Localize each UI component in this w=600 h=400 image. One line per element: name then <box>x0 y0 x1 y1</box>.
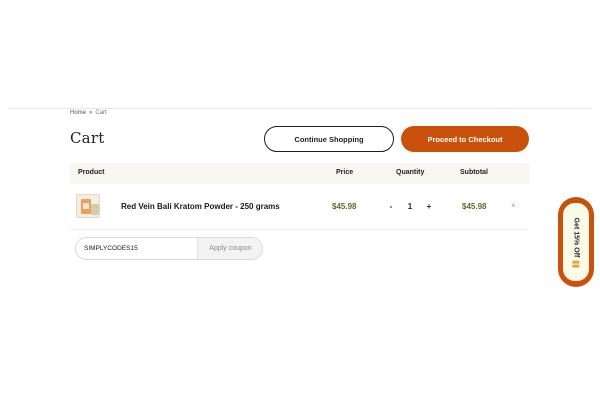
row-divider <box>70 229 529 230</box>
header-divider <box>8 108 592 109</box>
product-thumbnail[interactable] <box>76 194 100 218</box>
continue-shopping-button[interactable]: Continue Shopping <box>264 126 394 152</box>
quantity-decrease-button[interactable]: - <box>386 202 396 211</box>
product-powder-image <box>91 204 99 215</box>
column-header-subtotal: Subtotal <box>460 169 488 176</box>
remove-item-icon[interactable]: × <box>511 201 516 210</box>
quantity-stepper: - 1 + <box>386 199 434 213</box>
product-price: $45.98 <box>332 202 357 211</box>
promo-tab-label: Get 15% Off <box>572 217 580 257</box>
product-pouch-label-image <box>83 203 89 209</box>
promo-tab-content: Get 15% Off <box>572 217 580 267</box>
breadcrumb-separator: » <box>89 110 93 116</box>
breadcrumb-current: Cart <box>95 110 107 116</box>
column-header-price: Price <box>336 169 354 176</box>
column-header-quantity: Quantity <box>396 169 425 176</box>
quantity-value[interactable]: 1 <box>408 202 412 211</box>
product-subtotal: $45.98 <box>462 202 487 211</box>
apply-coupon-button[interactable]: Apply coupon <box>197 238 262 259</box>
promo-side-tab-inner: Get 15% Off <box>563 203 589 281</box>
quantity-increase-button[interactable]: + <box>424 202 434 211</box>
breadcrumb-home-link[interactable]: Home <box>70 110 86 116</box>
page-title: Cart <box>70 129 105 147</box>
breadcrumb: Home » Cart <box>70 110 107 116</box>
cart-table-header: Product Price Quantity Subtotal <box>70 163 529 184</box>
product-name-link[interactable]: Red Vein Bali Kratom Powder - 250 grams <box>121 202 280 211</box>
proceed-to-checkout-button[interactable]: Proceed to Checkout <box>401 126 529 152</box>
promo-side-tab[interactable]: Get 15% Off <box>558 197 594 287</box>
coupon-form: Apply coupon <box>75 237 263 260</box>
column-header-product: Product <box>78 169 105 176</box>
cart-item-row: Red Vein Bali Kratom Powder - 250 grams … <box>70 184 529 229</box>
gift-icon <box>572 259 580 267</box>
coupon-code-input[interactable] <box>76 238 197 259</box>
